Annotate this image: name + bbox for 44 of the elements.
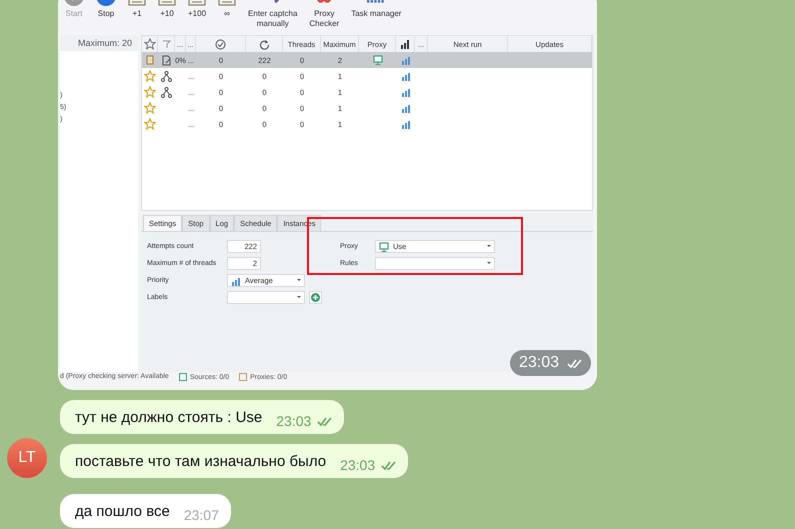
- toolbar-button[interactable]: +10: [154, 0, 180, 19]
- square-icon: [239, 373, 248, 381]
- signal-bars-icon: [400, 71, 410, 81]
- caret-icon: [297, 279, 301, 282]
- signal-bars-icon: [400, 103, 410, 113]
- star-icon: [144, 102, 156, 114]
- branch-icon: [161, 86, 172, 98]
- signal-bars-icon: [400, 119, 410, 129]
- message-text: поставьте что там изначально было: [75, 453, 326, 470]
- star-icon: [144, 86, 156, 98]
- signal-bars-icon: [400, 55, 410, 65]
- message-time: 23:03: [276, 413, 312, 429]
- signal-bars-icon: [400, 87, 410, 97]
- add-button[interactable]: [309, 291, 322, 304]
- refresh-icon[interactable]: [258, 38, 270, 50]
- toolbar-button[interactable]: +100: [184, 0, 210, 19]
- star-icon: [144, 118, 156, 130]
- message-text: да пошло все: [75, 503, 170, 520]
- signal-bars-icon: [231, 276, 241, 286]
- message-time: 23:03: [340, 457, 376, 473]
- toolbar-button[interactable]: Task manager: [347, 0, 406, 19]
- bookmark-icon: [145, 55, 155, 65]
- check-circle-icon[interactable]: [215, 38, 226, 50]
- branch-icon: [161, 70, 172, 82]
- square-icon: [178, 373, 187, 381]
- star-icon[interactable]: [144, 38, 156, 50]
- signal-bars-icon[interactable]: [400, 38, 410, 50]
- filter-icon[interactable]: [162, 40, 170, 48]
- toolbar-button[interactable]: ∞: [214, 0, 240, 19]
- caret-icon: [487, 245, 491, 248]
- plus-icon: [311, 293, 320, 302]
- caret-icon: [297, 296, 301, 299]
- message-text: тут не должно стоять : Use: [75, 409, 262, 426]
- caret-icon: [487, 262, 491, 265]
- message-time: 23:03: [510, 350, 591, 376]
- panel-header: Maximum: 20: [60, 35, 138, 51]
- toolbar-button[interactable]: Stop: [92, 0, 120, 19]
- toolbar-button[interactable]: Enter captcha manually: [244, 0, 302, 29]
- message-time: 23:07: [184, 507, 219, 523]
- toolbar-button[interactable]: +1: [124, 0, 150, 19]
- monitor-icon: [379, 242, 389, 252]
- star-icon: [144, 70, 156, 82]
- toolbar-button[interactable]: Proxy Checker: [305, 0, 344, 29]
- edit-icon: [161, 54, 172, 66]
